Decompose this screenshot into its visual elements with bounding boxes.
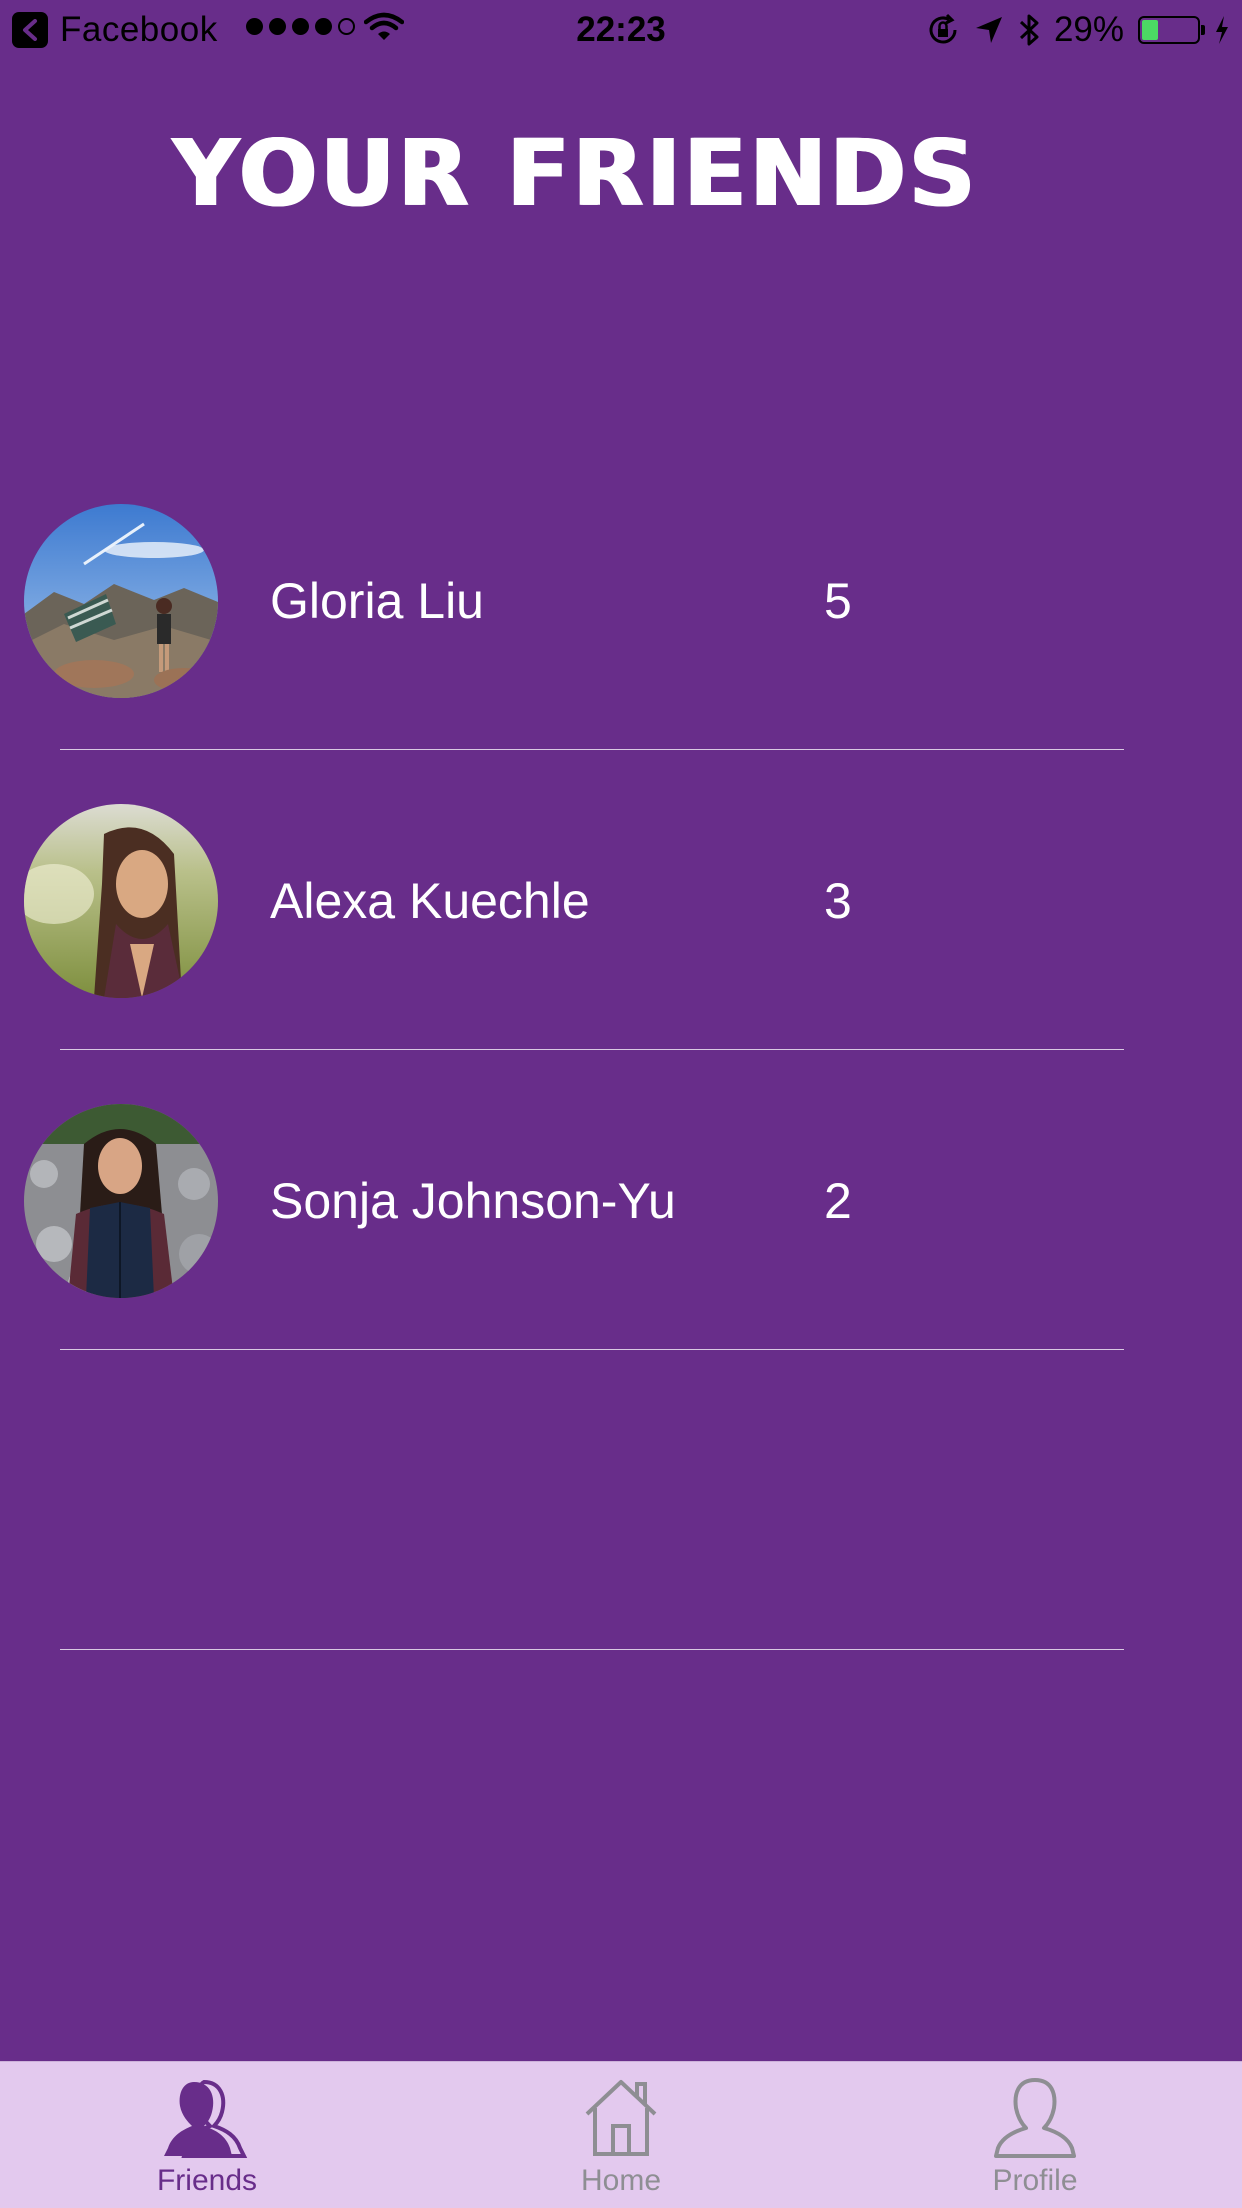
battery-percentage: 29% bbox=[1053, 10, 1124, 49]
page-title: YOUR FRIENDS bbox=[172, 120, 978, 227]
friend-name: Sonja Johnson-Yu bbox=[270, 1173, 676, 1229]
row-divider bbox=[60, 1648, 1124, 1650]
friend-row[interactable]: Sonja Johnson-Yu 2 bbox=[0, 1050, 1242, 1350]
tab-bar: Friends Home Profile bbox=[0, 2061, 1242, 2208]
friend-row[interactable]: Gloria Liu 5 bbox=[0, 450, 1242, 750]
tab-label: Home bbox=[580, 2164, 662, 2197]
friends-icon bbox=[164, 2079, 248, 2158]
friend-score: 2 bbox=[824, 1173, 852, 1229]
friends-list: Gloria Liu 5 Alexa Kuechle 3 Sonja Johns… bbox=[0, 450, 1242, 1650]
tab-label: Friends bbox=[156, 2164, 258, 2197]
charging-bolt-icon bbox=[1216, 16, 1228, 44]
friend-row[interactable]: Alexa Kuechle 3 bbox=[0, 750, 1242, 1050]
friend-name: Alexa Kuechle bbox=[270, 873, 590, 929]
avatar bbox=[24, 504, 218, 698]
tab-home[interactable]: Home bbox=[414, 2062, 828, 2208]
tab-profile[interactable]: Profile bbox=[828, 2062, 1242, 2208]
friend-score: 3 bbox=[824, 873, 852, 929]
rotation-lock-icon bbox=[929, 13, 957, 44]
bluetooth-icon bbox=[1019, 14, 1039, 46]
home-icon bbox=[585, 2080, 657, 2156]
tab-friends[interactable]: Friends bbox=[0, 2062, 414, 2208]
avatar bbox=[24, 804, 218, 998]
friend-name: Gloria Liu bbox=[270, 573, 484, 629]
status-bar: Facebook 22:23 29% bbox=[0, 0, 1242, 60]
battery-level-fill bbox=[1142, 20, 1158, 40]
empty-row bbox=[0, 1350, 1242, 1650]
location-arrow-icon bbox=[975, 17, 1002, 43]
tab-label: Profile bbox=[992, 2164, 1078, 2197]
battery-icon bbox=[1138, 16, 1205, 44]
friend-score: 5 bbox=[824, 573, 852, 629]
avatar bbox=[24, 1104, 218, 1298]
profile-icon bbox=[994, 2078, 1076, 2158]
